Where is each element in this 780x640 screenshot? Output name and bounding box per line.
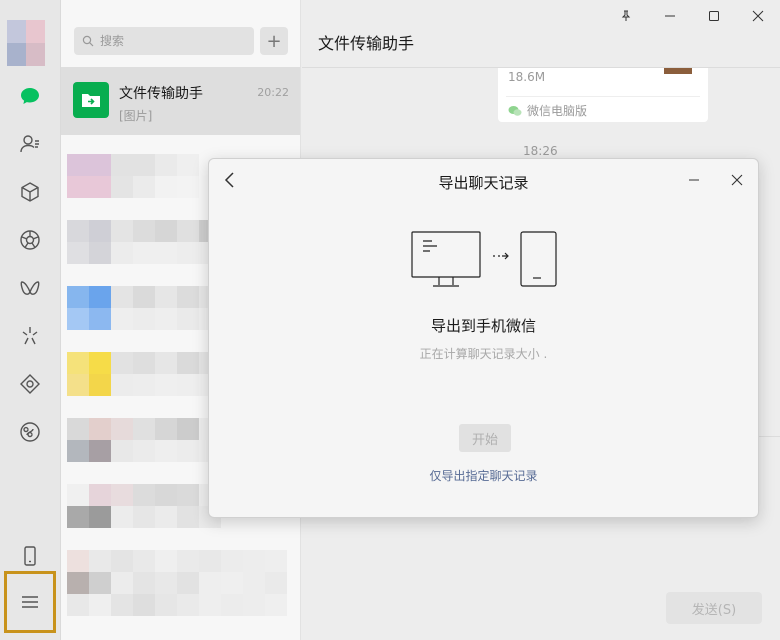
folder-transfer-icon <box>73 82 109 118</box>
phone-icon[interactable] <box>12 538 48 574</box>
start-button[interactable]: 开始 <box>459 424 511 452</box>
pc-to-phone-illustration <box>411 231 557 287</box>
search-box[interactable] <box>74 27 254 55</box>
search-sparkle-icon[interactable] <box>12 318 48 354</box>
chat-item-file-transfer[interactable]: 文件传输助手 20:22 [图片] <box>61 67 300 135</box>
blurred-chat-item[interactable] <box>67 154 199 198</box>
pin-icon[interactable] <box>615 5 637 27</box>
export-selected-link[interactable]: 仅导出指定聊天记录 <box>209 467 758 484</box>
chat-header: 文件传输助手 <box>302 0 780 68</box>
chat-item-name: 文件传输助手 <box>119 86 203 102</box>
chat-title: 文件传输助手 <box>318 34 415 53</box>
chat-item-time: 20:22 <box>257 86 289 99</box>
blurred-chat-item[interactable] <box>67 286 221 330</box>
file-message-card[interactable]: 18.6M 微信电脑版 <box>498 68 708 122</box>
blurred-chat-item[interactable] <box>67 352 221 396</box>
left-nav <box>0 0 61 640</box>
file-size: 18.6M <box>508 70 546 84</box>
settings-disc-icon[interactable] <box>12 414 48 450</box>
blurred-chat-item[interactable] <box>67 550 287 616</box>
search-icon <box>82 35 94 47</box>
dialog-minimize-icon[interactable] <box>683 169 705 191</box>
menu-highlight-box <box>4 571 56 633</box>
moments-icon[interactable] <box>12 222 48 258</box>
minimize-icon[interactable] <box>659 5 681 27</box>
dialog-title: 导出聊天记录 <box>438 174 529 192</box>
add-button[interactable]: + <box>260 27 288 55</box>
dialog-close-icon[interactable] <box>726 169 748 191</box>
blurred-chat-item[interactable] <box>67 418 221 462</box>
mini-programs-icon[interactable] <box>12 366 48 402</box>
export-status: 正在计算聊天记录大小 . <box>419 347 548 361</box>
chat-icon[interactable] <box>12 78 48 114</box>
contacts-icon[interactable] <box>12 126 48 162</box>
file-source-label: 微信电脑版 <box>527 104 588 118</box>
file-source: 微信电脑版 <box>508 102 587 119</box>
file-thumbnail <box>664 68 692 74</box>
chat-item-preview: [图片] <box>119 109 153 123</box>
blurred-chat-item[interactable] <box>67 220 221 264</box>
maximize-icon[interactable] <box>703 5 725 27</box>
search-input[interactable] <box>100 34 240 48</box>
send-button[interactable]: 发送(S) <box>666 592 762 624</box>
wechat-small-icon <box>508 105 522 116</box>
favorites-icon[interactable] <box>12 174 48 210</box>
card-divider <box>506 96 700 97</box>
blurred-chat-item[interactable] <box>67 484 221 528</box>
close-icon[interactable] <box>747 5 769 27</box>
export-chat-dialog: 导出聊天记录 导出到手机微信 正在计算聊天记录大小 . 开始 仅导出指定聊天记录 <box>208 158 759 518</box>
export-heading: 导出到手机微信 <box>430 317 536 335</box>
message-timestamp: 18:26 <box>523 144 558 158</box>
user-avatar[interactable] <box>7 20 45 66</box>
channels-icon[interactable] <box>12 270 48 306</box>
